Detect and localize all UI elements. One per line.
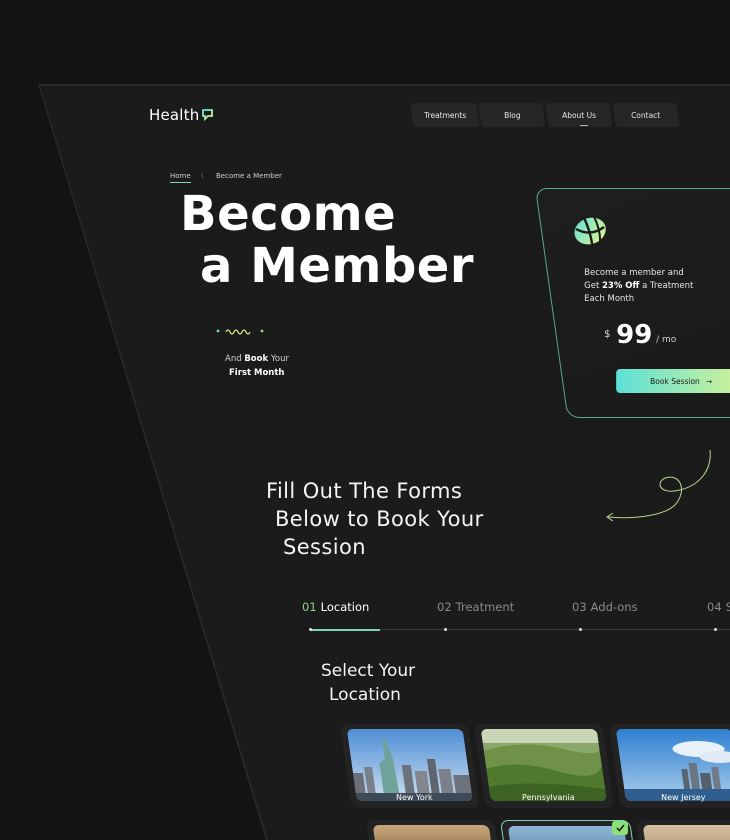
nav-item-blog[interactable]: Blog — [478, 103, 546, 127]
new-york-skyline-image — [346, 729, 473, 801]
page-title-line-2: a Member — [200, 238, 475, 294]
price-period: / mo — [656, 335, 677, 345]
location-card-row-2[interactable] — [636, 820, 730, 840]
step-dot — [579, 628, 582, 631]
price-currency: $ — [604, 329, 611, 340]
new-york-photo — [346, 729, 473, 801]
check-icon — [612, 821, 628, 835]
step-number: 01 — [302, 600, 317, 614]
curved-arrow-decoration-icon — [606, 449, 711, 522]
page-title-line-1: Become — [180, 186, 397, 242]
step-label: Treatment — [455, 600, 515, 614]
new-jersey-skyline-image — [615, 729, 730, 801]
new-jersey-photo — [615, 729, 730, 801]
location-card-row-2[interactable] — [366, 820, 500, 840]
subtitle-text: And — [225, 354, 242, 364]
step-treatment[interactable]: 02 Treatment — [437, 600, 514, 614]
forms-title-line-2: Below to Book Your — [275, 507, 484, 531]
price-value: 99 — [616, 320, 653, 350]
location-photo-partial — [507, 826, 629, 840]
step-fourth[interactable]: 04 S — [707, 600, 730, 614]
forms-title-line-3: Session — [283, 535, 366, 559]
location-card-new-york[interactable]: New York — [340, 724, 480, 808]
logo-text[interactable]: Health — [149, 106, 199, 124]
squiggle-decoration-icon — [216, 329, 264, 335]
hero-subtitle: And Book Your First Month — [225, 352, 289, 380]
nav-item-about-us[interactable]: About Us — [545, 103, 613, 127]
step-location[interactable]: 01 Location — [302, 600, 369, 614]
nav-item-treatments[interactable]: Treatments — [410, 103, 480, 127]
select-location-title-line-1: Select Your — [321, 661, 416, 681]
nav-item-contact[interactable]: Contact — [612, 103, 680, 127]
offer-line-3: Each Month — [584, 294, 635, 304]
book-session-label: Book Session — [650, 376, 700, 386]
offer-line-1: Become a member and — [584, 268, 684, 278]
location-card-pennsylvania[interactable]: Pennsylvania — [474, 724, 614, 808]
nav-active-indicator — [580, 125, 588, 126]
nav-label: About Us — [562, 110, 596, 120]
select-location-title-line-2: Location — [329, 685, 401, 705]
pennsylvania-landscape-image — [480, 729, 607, 801]
step-add-ons[interactable]: 03 Add-ons — [572, 600, 638, 614]
offer-discount: 23% Off — [601, 281, 640, 291]
steps-progress — [310, 629, 380, 631]
location-photo-partial — [642, 825, 730, 840]
step-number: 04 — [707, 600, 722, 614]
step-dot — [444, 628, 447, 631]
globe-icon — [574, 216, 606, 245]
location-name: Pennsylvania — [522, 793, 575, 802]
location-photo-partial — [372, 825, 494, 840]
subtitle-bold-book: Book — [244, 354, 269, 364]
logo-mark-icon — [202, 109, 213, 121]
offer-line-2-prefix: Get — [584, 281, 600, 291]
pennsylvania-photo — [480, 729, 607, 801]
subtitle-bold-first-month: First Month — [229, 368, 285, 378]
step-label: S — [725, 600, 730, 614]
breadcrumb-separator: \ — [201, 172, 204, 180]
membership-offer-text: Become a member and Get 23% Off a Treatm… — [584, 267, 714, 306]
book-session-button[interactable]: Book Session → — [616, 369, 730, 393]
membership-card: Become a member and Get 23% Off a Treatm… — [535, 188, 730, 418]
nav-label: Blog — [503, 110, 521, 120]
forms-title-line-1: Fill Out The Forms — [266, 479, 463, 503]
location-card-new-jersey[interactable]: New Jersey — [609, 724, 730, 808]
step-number: 02 — [437, 600, 452, 614]
offer-line-2-suffix: a Treatment — [642, 281, 694, 291]
step-dot — [309, 628, 312, 631]
arrow-right-icon: → — [705, 376, 713, 386]
breadcrumb-current: Become a Member — [216, 172, 282, 180]
step-label: Location — [320, 600, 370, 614]
screenshot-stage: Health Treatments Blog About Us Contact … — [0, 0, 730, 840]
step-label: Add-ons — [590, 600, 638, 614]
breadcrumb-home[interactable]: Home — [170, 172, 191, 183]
subtitle-text: Your — [270, 354, 289, 364]
nav-label: Treatments — [423, 110, 467, 120]
step-dot — [714, 628, 717, 631]
nav-label: Contact — [631, 110, 661, 120]
location-name: New Jersey — [661, 793, 706, 802]
location-name: New York — [396, 793, 433, 802]
step-number: 03 — [572, 600, 587, 614]
